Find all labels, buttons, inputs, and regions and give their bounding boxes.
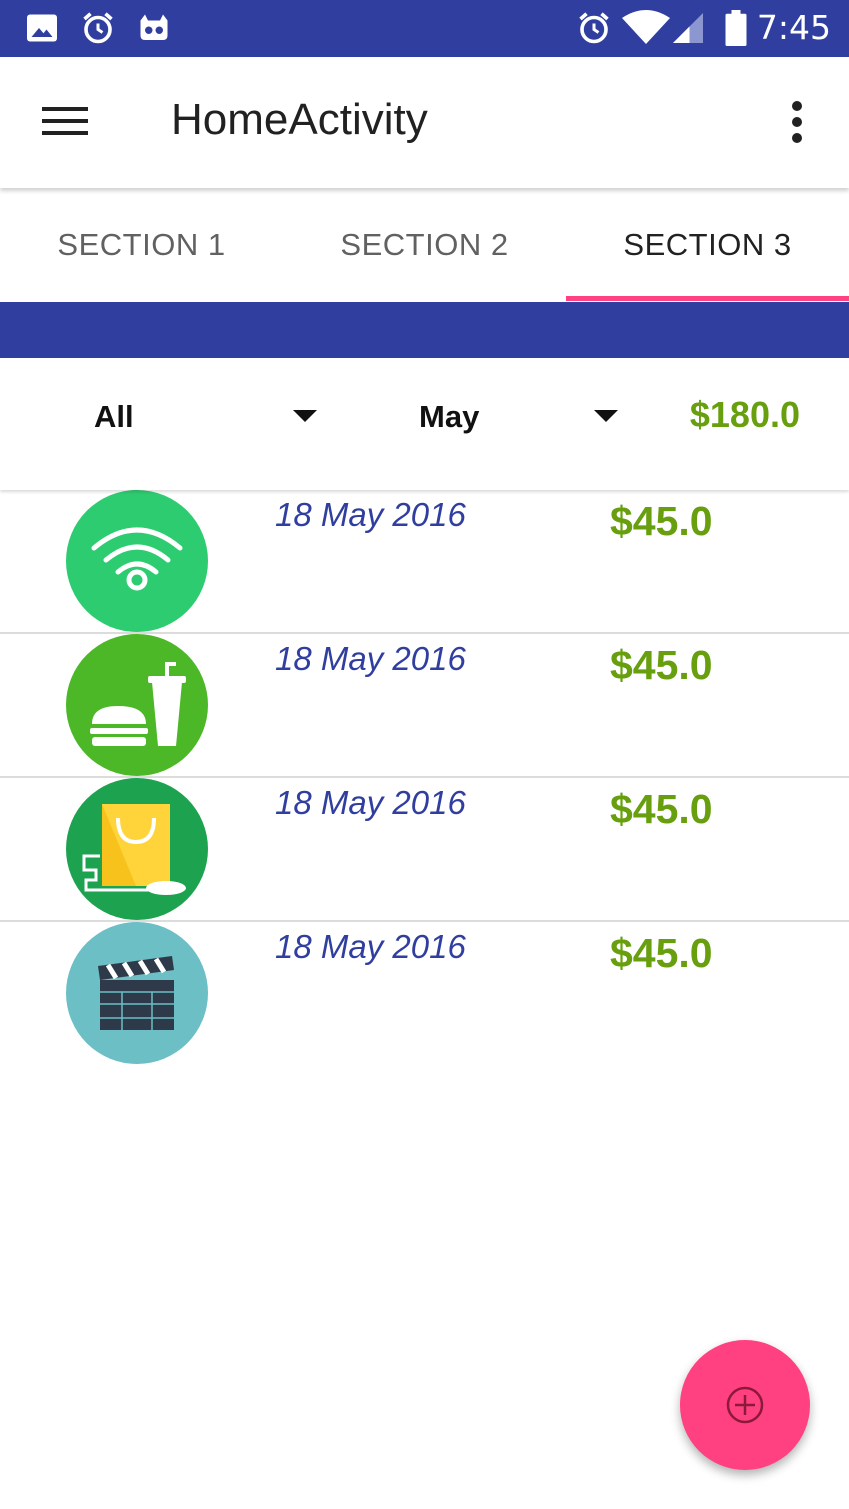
tab-section-2[interactable]: SECTION 2 [283, 188, 566, 302]
category-spinner[interactable]: All [0, 358, 340, 476]
month-spinner[interactable]: May [340, 358, 640, 476]
tab-section-1[interactable]: SECTION 1 [0, 188, 283, 302]
expense-list: 18 May 2016 $45.0 18 May 2016 $45.0 18 M… [0, 490, 849, 1066]
food-category-icon [66, 634, 208, 776]
page-title: HomeActivity [171, 95, 428, 144]
shopping-category-icon [66, 778, 208, 920]
category-value: All [94, 399, 134, 434]
image-icon [27, 14, 57, 42]
battery-icon [725, 10, 747, 46]
signal-icon [673, 13, 703, 43]
hamburger-menu-icon[interactable] [40, 101, 92, 141]
list-item[interactable]: 18 May 2016 $45.0 [0, 490, 849, 634]
wifi-category-icon [66, 490, 208, 632]
filter-row: All May $180.0 [0, 358, 849, 490]
dropdown-arrow-icon [594, 410, 618, 422]
alarm-icon [83, 12, 113, 44]
alarm-icon [579, 12, 609, 44]
clock: 7:45 [756, 8, 831, 47]
status-bar: 7:45 [0, 0, 849, 57]
month-value: May [419, 399, 480, 434]
app-bar: HomeActivity [0, 57, 849, 188]
total-amount: $180.0 [689, 394, 800, 435]
item-date: 18 May 2016 [275, 496, 466, 533]
list-item[interactable]: 18 May 2016 $45.0 [0, 778, 849, 922]
dropdown-arrow-icon [293, 410, 317, 422]
item-date: 18 May 2016 [275, 640, 466, 677]
item-amount: $45.0 [610, 498, 713, 544]
movie-category-icon [66, 922, 208, 1064]
item-amount: $45.0 [610, 786, 713, 832]
tab-indicator [566, 296, 849, 301]
cyanogen-icon [140, 14, 168, 40]
tab-section-3[interactable]: SECTION 3 [566, 188, 849, 302]
list-item[interactable]: 18 May 2016 $45.0 [0, 922, 849, 1066]
item-amount: $45.0 [610, 642, 713, 688]
wifi-icon [622, 10, 670, 44]
list-item[interactable]: 18 May 2016 $45.0 [0, 634, 849, 778]
header-band [0, 302, 849, 358]
more-vert-icon[interactable] [784, 99, 810, 145]
add-expense-button[interactable] [680, 1340, 810, 1470]
item-date: 18 May 2016 [275, 928, 466, 965]
add-circle-icon [726, 1386, 764, 1424]
item-amount: $45.0 [610, 930, 713, 976]
tab-bar: SECTION 1 SECTION 2 SECTION 3 [0, 188, 849, 302]
item-date: 18 May 2016 [275, 784, 466, 821]
